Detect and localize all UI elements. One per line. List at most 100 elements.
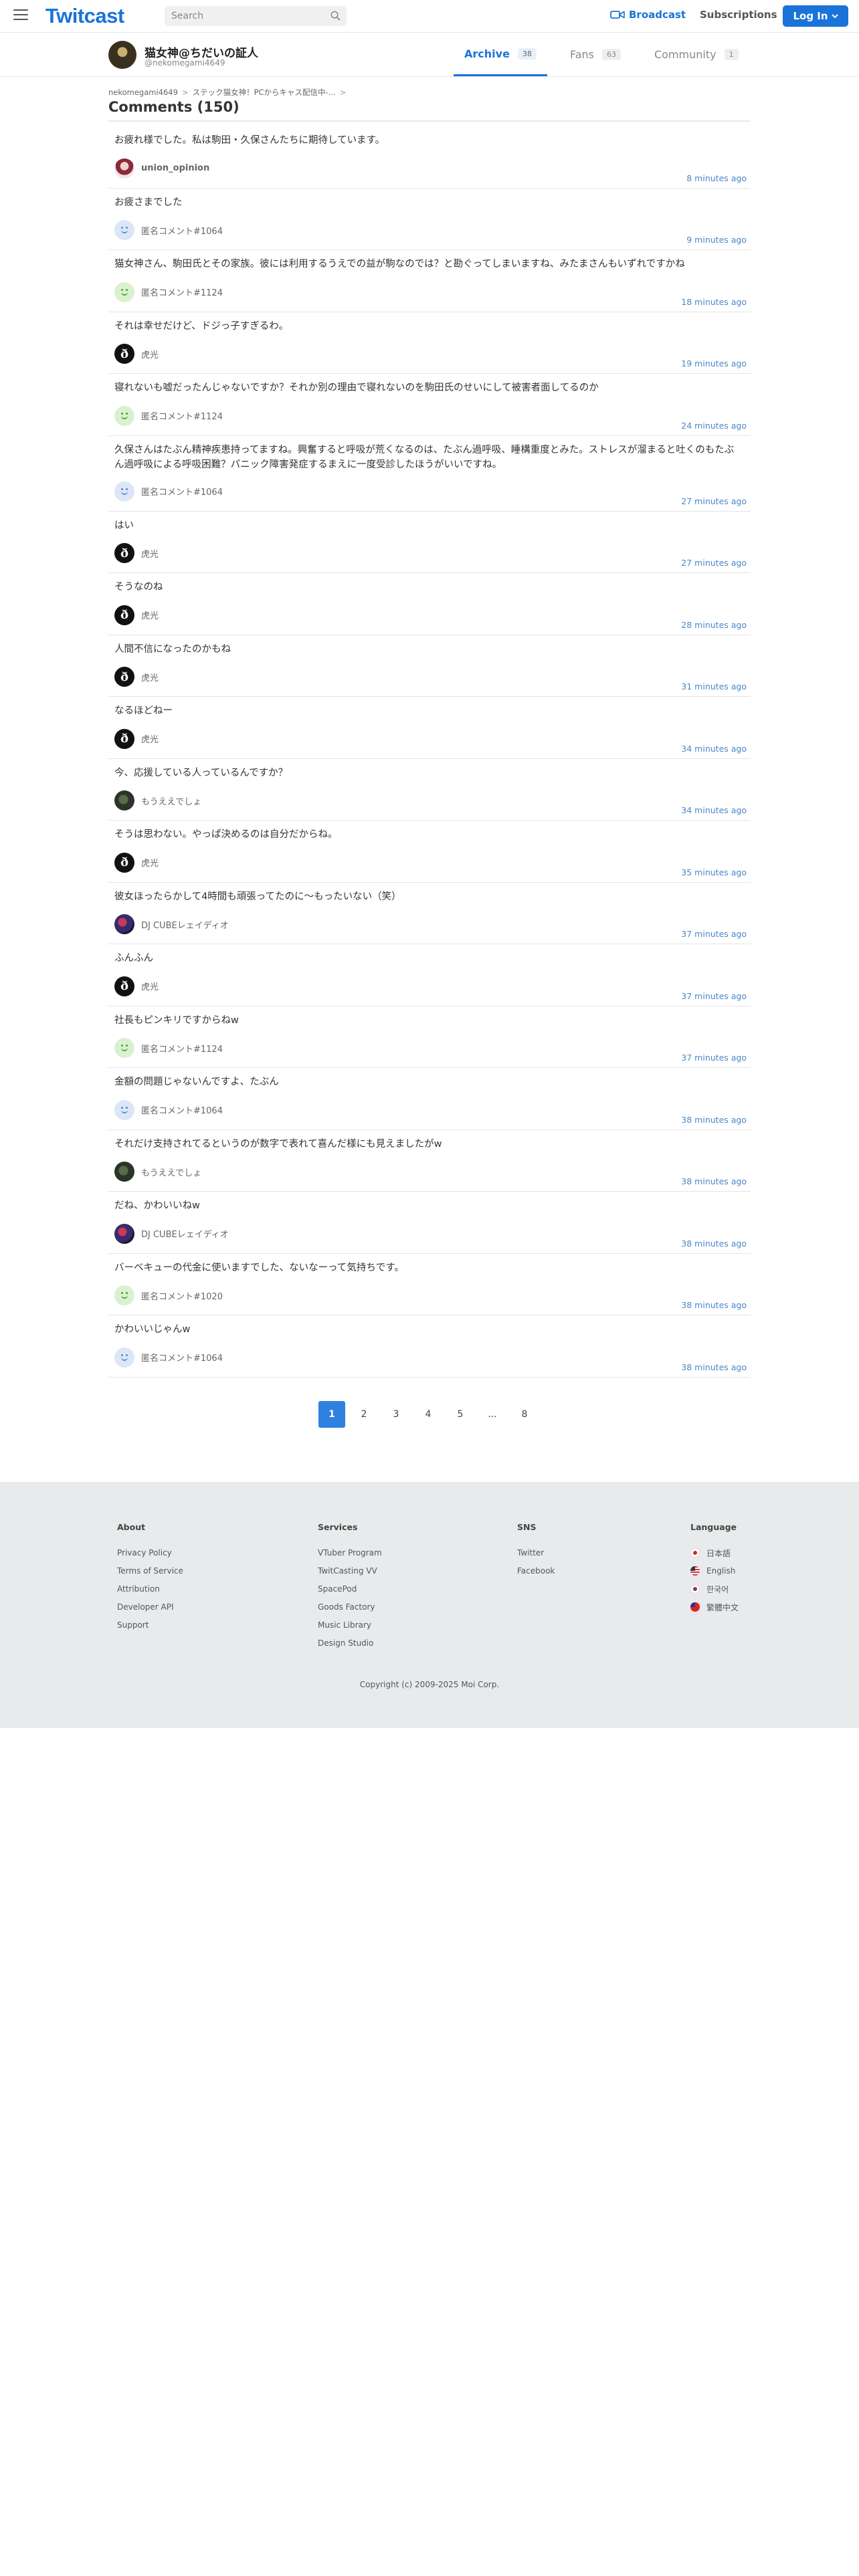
footer-link-facebook[interactable]: Facebook — [517, 1566, 555, 1576]
comment-user[interactable]: 匿名コメント#1124 — [114, 282, 223, 302]
hamburger-menu-icon[interactable] — [13, 9, 28, 21]
comment-timestamp[interactable]: 8 minutes ago — [686, 173, 747, 183]
footer-link-developer-api[interactable]: Developer API — [117, 1602, 183, 1612]
footer-heading: SNS — [517, 1522, 537, 1532]
comment-text: そうなのね — [114, 582, 163, 593]
comment-timestamp[interactable]: 27 minutes ago — [681, 496, 747, 506]
comment-user[interactable]: ð 虎光 — [114, 852, 159, 873]
broadcast-button[interactable]: Broadcast — [610, 9, 686, 21]
comment-timestamp[interactable]: 38 minutes ago — [681, 1176, 747, 1186]
footer-heading: About — [117, 1522, 146, 1532]
comment-timestamp[interactable]: 24 minutes ago — [681, 421, 747, 431]
footer-link-spacepod[interactable]: SpacePod — [318, 1584, 382, 1594]
tab-archive[interactable]: Archive 38 — [454, 33, 547, 76]
page-button-8[interactable]: 8 — [511, 1401, 538, 1428]
footer-link-design-studio[interactable]: Design Studio — [318, 1638, 382, 1648]
language-label: 繁體中文 — [706, 1602, 739, 1612]
comment-username: 虎光 — [141, 611, 159, 621]
page-button-4[interactable]: 4 — [415, 1401, 442, 1428]
page-button-1[interactable]: 1 — [318, 1401, 345, 1428]
subscriptions-link[interactable]: Subscriptions — [700, 9, 777, 21]
comment-timestamp[interactable]: 34 minutes ago — [681, 744, 747, 754]
tab-community[interactable]: Community 1 — [654, 33, 739, 76]
language-option-traditional-chinese[interactable]: 繁體中文 — [690, 1602, 739, 1612]
breadcrumb-movie-link[interactable]: ステック猫女神！PCからキャス配信中-... — [193, 88, 336, 97]
user-avatar — [114, 282, 134, 302]
page-button-2[interactable]: 2 — [351, 1401, 377, 1428]
comment-item: かわいいじゃんw 匿名コメント#1064 38 minutes ago — [108, 1315, 751, 1378]
comment-timestamp[interactable]: 18 minutes ago — [681, 297, 747, 307]
comment-user[interactable]: ð 虎光 — [114, 344, 159, 364]
comment-user[interactable]: DJ CUBEレェイディオ — [114, 1223, 229, 1244]
user-avatar — [114, 914, 134, 934]
comment-user[interactable]: DJ CUBEレェイディオ — [114, 914, 229, 934]
comment-timestamp[interactable]: 9 minutes ago — [686, 235, 747, 245]
comment-text: 人間不信になったのかもね — [114, 643, 231, 655]
comment-username: union_opinion — [141, 163, 210, 173]
comment-user[interactable]: ð 虎光 — [114, 976, 159, 996]
twitcast-logo[interactable]: Twitcast — [45, 4, 124, 28]
language-option-english[interactable]: English — [690, 1566, 739, 1576]
footer-link-twitcasting-vv[interactable]: TwitCasting VV — [318, 1566, 382, 1576]
comment-user[interactable]: 匿名コメント#1064 — [114, 1347, 223, 1368]
comment-timestamp[interactable]: 27 minutes ago — [681, 558, 747, 568]
comment-timestamp[interactable]: 37 minutes ago — [681, 1053, 747, 1063]
footer-link-support[interactable]: Support — [117, 1620, 183, 1630]
footer-link-terms[interactable]: Terms of Service — [117, 1566, 183, 1576]
user-avatar: ð — [114, 543, 134, 563]
comment-username: 匿名コメント#1124 — [141, 412, 223, 422]
video-camera-icon — [610, 11, 625, 19]
comment-text: 今、応援している人っているんですか？ — [114, 767, 288, 778]
comment-user[interactable]: もうええでしょ — [114, 790, 201, 811]
comment-timestamp[interactable]: 38 minutes ago — [681, 1300, 747, 1310]
comment-timestamp[interactable]: 37 minutes ago — [681, 991, 747, 1001]
comment-timestamp[interactable]: 37 minutes ago — [681, 929, 747, 939]
footer-link-attribution[interactable]: Attribution — [117, 1584, 183, 1594]
comment-item: バーベキューの代金に使いますでした、ないなーって気持ちです。 匿名コメント#102… — [108, 1254, 751, 1315]
comment-user[interactable]: 匿名コメント#1020 — [114, 1285, 223, 1305]
breadcrumb-user-link[interactable]: nekomegami4649 — [108, 88, 178, 97]
comment-user[interactable]: ð 虎光 — [114, 667, 159, 687]
comment-timestamp[interactable]: 38 minutes ago — [681, 1239, 747, 1249]
comment-timestamp[interactable]: 34 minutes ago — [681, 805, 747, 815]
comment-user[interactable]: ð 虎光 — [114, 543, 159, 563]
footer-services-column: Services VTuber Program TwitCasting VV S… — [318, 1522, 382, 1656]
comment-text: 寝れないも嘘だったんじゃないですか？それか別の理由で寝れないのを駒田氏のせいにし… — [114, 383, 599, 393]
search-input[interactable] — [165, 6, 318, 26]
comment-timestamp[interactable]: 28 minutes ago — [681, 620, 747, 630]
comment-user[interactable]: 匿名コメント#1064 — [114, 220, 223, 240]
comment-item: はい ð 虎光 27 minutes ago — [108, 512, 751, 573]
language-option-japanese[interactable]: 日本語 — [690, 1548, 739, 1558]
profile-avatar[interactable] — [108, 41, 136, 69]
search-icon[interactable] — [330, 11, 341, 21]
comment-user[interactable]: 匿名コメント#1064 — [114, 1099, 223, 1120]
pagination-ellipsis: ... — [488, 1409, 497, 1420]
comment-timestamp[interactable]: 38 minutes ago — [681, 1362, 747, 1372]
comment-user[interactable]: union_opinion — [114, 158, 209, 179]
tab-fans[interactable]: Fans 63 — [570, 33, 622, 76]
comment-timestamp[interactable]: 31 minutes ago — [681, 681, 747, 691]
comment-user[interactable]: ð 虎光 — [114, 605, 159, 625]
comment-timestamp[interactable]: 19 minutes ago — [681, 358, 747, 368]
comment-text: かわいいじゃんw — [114, 1324, 191, 1335]
comment-user[interactable]: 匿名コメント#1064 — [114, 481, 223, 502]
footer-link-goods-factory[interactable]: Goods Factory — [318, 1602, 382, 1612]
comment-user[interactable]: ð 虎光 — [114, 728, 159, 749]
login-button[interactable]: Log In — [783, 5, 848, 27]
user-avatar — [114, 1099, 134, 1120]
comment-user[interactable]: 匿名コメント#1124 — [114, 405, 223, 426]
comment-timestamp[interactable]: 38 minutes ago — [681, 1115, 747, 1125]
footer-link-twitter[interactable]: Twitter — [517, 1548, 555, 1558]
footer-sns-column: SNS Twitter Facebook — [517, 1522, 555, 1584]
comment-username: 虎光 — [141, 549, 159, 560]
footer-link-music-library[interactable]: Music Library — [318, 1620, 382, 1630]
page-button-3[interactable]: 3 — [383, 1401, 409, 1428]
footer-link-vtuber[interactable]: VTuber Program — [318, 1548, 382, 1558]
japan-flag-icon — [690, 1548, 700, 1558]
language-option-korean[interactable]: 한국어 — [690, 1584, 739, 1594]
page-button-5[interactable]: 5 — [447, 1401, 474, 1428]
footer-link-privacy[interactable]: Privacy Policy — [117, 1548, 183, 1558]
comment-timestamp[interactable]: 35 minutes ago — [681, 867, 747, 877]
comment-user[interactable]: もうええでしょ — [114, 1162, 201, 1182]
comment-user[interactable]: 匿名コメント#1124 — [114, 1038, 223, 1058]
